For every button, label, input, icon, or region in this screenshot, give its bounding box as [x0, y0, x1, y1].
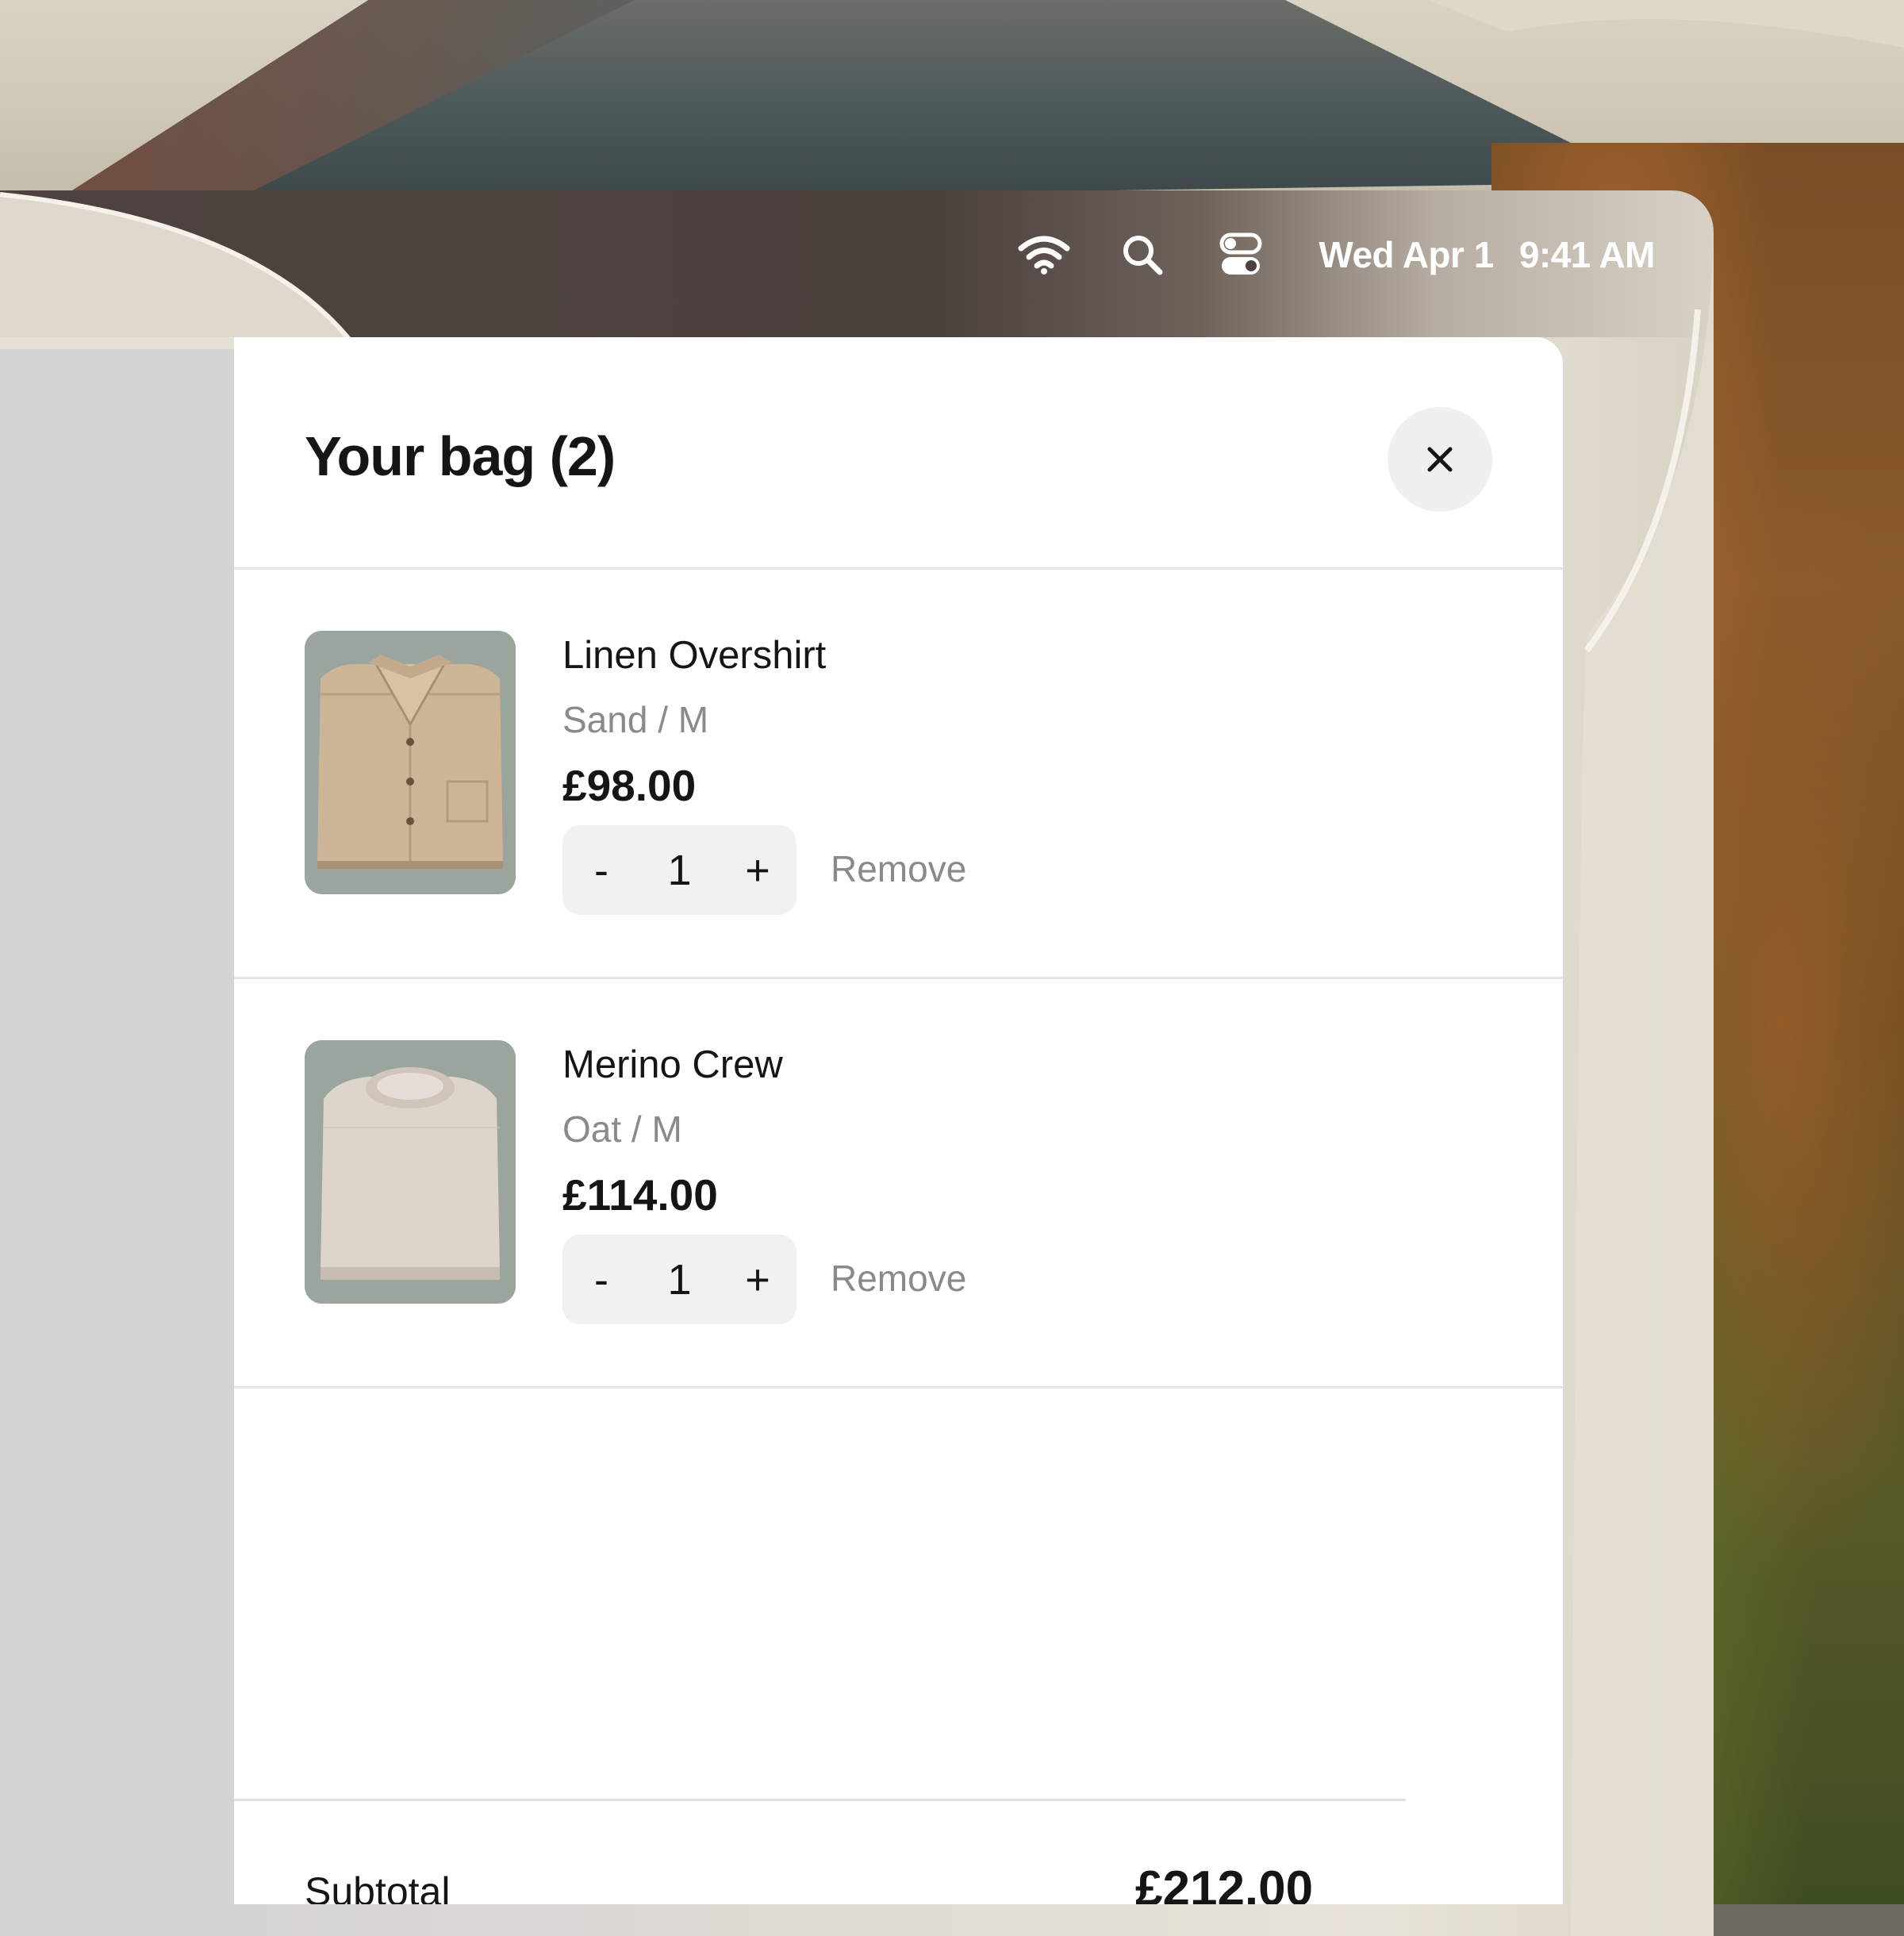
- quantity-stepper: - 1 +: [562, 825, 797, 915]
- close-icon: [1427, 447, 1453, 472]
- folded-shirt-image: [305, 631, 516, 894]
- increment-button[interactable]: +: [719, 825, 797, 915]
- search-icon[interactable]: [1111, 223, 1174, 286]
- item-price: £98.00: [562, 761, 697, 810]
- menubar-time[interactable]: 9:41 AM: [1519, 233, 1656, 276]
- remove-button[interactable]: Remove: [831, 847, 966, 890]
- item-variant: Oat / M: [562, 1108, 682, 1150]
- item-name[interactable]: Linen Overshirt: [562, 633, 826, 678]
- decrement-button[interactable]: -: [562, 825, 640, 915]
- shopping-bag-panel: Your bag (2) Linen Overshirt Sand / M £9…: [234, 337, 1563, 1904]
- wifi-icon[interactable]: [1012, 223, 1076, 286]
- item-name[interactable]: Merino Crew: [562, 1043, 783, 1087]
- item-variant: Sand / M: [562, 699, 709, 740]
- folded-sweater-image: [305, 1040, 516, 1304]
- panel-header: Your bag (2): [234, 337, 1563, 570]
- footer-divider: [234, 1799, 1406, 1801]
- quantity-value: 1: [667, 1255, 692, 1304]
- bag-footer: Subtotal £212.00: [234, 1799, 1563, 1904]
- increment-button[interactable]: +: [719, 1235, 797, 1324]
- page-title: Your bag (2): [305, 425, 616, 487]
- quantity-value: 1: [667, 846, 692, 894]
- bag-item: Linen Overshirt Sand / M £98.00 - 1 + Re…: [234, 570, 1563, 979]
- item-price: £114.00: [562, 1170, 718, 1220]
- control-center-icon[interactable]: [1209, 223, 1273, 286]
- decrement-button[interactable]: -: [562, 1235, 640, 1324]
- subtotal-value: £212.00: [1135, 1861, 1314, 1904]
- product-thumbnail[interactable]: [305, 631, 516, 894]
- close-button[interactable]: [1388, 407, 1492, 512]
- menu-bar: Wed Apr 1 9:41 AM: [0, 190, 1714, 337]
- menubar-date[interactable]: Wed Apr 1: [1319, 233, 1494, 276]
- remove-button[interactable]: Remove: [831, 1257, 966, 1300]
- subtotal-label: Subtotal: [305, 1869, 451, 1904]
- bag-item: Merino Crew Oat / M £114.00 - 1 + Remove: [234, 979, 1563, 1389]
- product-thumbnail[interactable]: [305, 1040, 516, 1304]
- quantity-stepper: - 1 +: [562, 1235, 797, 1324]
